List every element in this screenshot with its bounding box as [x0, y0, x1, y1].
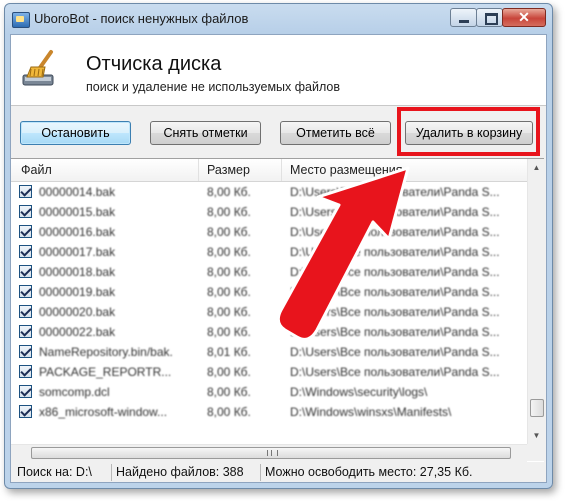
- toolbar: Остановить Снять отметки Отметить всё Уд…: [11, 106, 546, 158]
- scroll-corner: [527, 444, 544, 461]
- scroll-up-icon[interactable]: ▲: [528, 159, 544, 176]
- file-location: D:\Users\Все пользователи\Panda S...: [290, 285, 500, 299]
- status-search-location: Поиск на: D:\: [13, 464, 112, 481]
- file-name: x86_microsoft-window...: [39, 405, 168, 419]
- file-name: somcomp.dcl: [39, 385, 110, 399]
- file-size: 8,00 Кб.: [207, 325, 251, 339]
- row-checkbox[interactable]: [19, 325, 32, 338]
- scroll-down-icon[interactable]: ▼: [528, 427, 544, 444]
- stop-button[interactable]: Остановить: [20, 121, 131, 145]
- file-size: 8,00 Кб.: [207, 385, 251, 399]
- column-header-row: Файл Размер Место размещения: [11, 159, 527, 182]
- table-row[interactable]: 00000019.bak 8,00 Кб. D:\Users\Все пользов…: [11, 282, 527, 302]
- row-checkbox[interactable]: [19, 365, 32, 378]
- broom-icon: [22, 50, 54, 86]
- file-name: 00000022.bak: [39, 325, 116, 339]
- file-location: D:\Users\Все пользователи\Panda S...: [290, 345, 500, 359]
- table-row[interactable]: 00000016.bak 8,00 Кб. D:\Users\Все пользов…: [11, 222, 527, 242]
- check-all-button[interactable]: Отметить всё: [280, 121, 391, 145]
- app-window: UboroBot - поиск ненужных файлов ✕ Отчис…: [4, 3, 553, 489]
- file-name: 00000020.bak: [39, 305, 116, 319]
- maximize-icon: [485, 13, 498, 25]
- table-row[interactable]: NameRepository.bin/bak. 8,01 Кб. D:\Users\…: [11, 342, 527, 362]
- file-size: 8,01 Кб.: [207, 345, 251, 359]
- file-size: 8,00 Кб.: [207, 245, 251, 259]
- file-name: 00000015.bak: [39, 205, 116, 219]
- row-checkbox[interactable]: [19, 265, 32, 278]
- file-size: 8,00 Кб.: [207, 205, 251, 219]
- file-list[interactable]: Файл Размер Место размещения 00000014.ba…: [11, 158, 544, 463]
- file-location: D:\Users\Все пользователи\Panda S...: [290, 225, 500, 239]
- header-panel: Отчиска диска поиск и удаление не исполь…: [11, 35, 546, 106]
- file-size: 8,00 Кб.: [207, 285, 251, 299]
- column-header-file[interactable]: Файл: [11, 159, 199, 181]
- row-checkbox[interactable]: [19, 225, 32, 238]
- file-rows: 00000014.bak 8,00 Кб. D:\Users\Все пользов…: [11, 182, 527, 422]
- title-bar[interactable]: UboroBot - поиск ненужных файлов ✕: [5, 4, 552, 34]
- file-name: 00000019.bak: [39, 285, 116, 299]
- table-row[interactable]: 00000022.bak 8,00 Кб. D:\Users\Все пользов…: [11, 322, 527, 342]
- file-name: 00000014.bak: [39, 185, 116, 199]
- vertical-scrollbar[interactable]: ▲ ▼: [527, 159, 544, 444]
- file-size: 8,00 Кб.: [207, 225, 251, 239]
- table-row[interactable]: PACKAGE_REPORTR... 8,00 Кб. D:\Users\Все п…: [11, 362, 527, 382]
- table-row[interactable]: 00000015.bak 8,00 Кб. D:\Users\Все пользов…: [11, 202, 527, 222]
- file-size: 8,00 Кб.: [207, 265, 251, 279]
- file-name: 00000016.bak: [39, 225, 116, 239]
- file-location: D:\Users\Все пользователи\Panda S...: [290, 265, 500, 279]
- file-location: D:\Windows\winsxs\Manifests\: [290, 405, 452, 419]
- file-location: D:\Users\Все пользователи\Panda S...: [290, 245, 500, 259]
- file-name: 00000018.bak: [39, 265, 116, 279]
- row-checkbox[interactable]: [19, 405, 32, 418]
- status-bar: Поиск на: D:\ Найдено файлов: 388 Можно …: [11, 462, 546, 482]
- page-title: Отчиска диска: [86, 53, 222, 75]
- table-row[interactable]: x86_microsoft-window... 8,00 Кб. D:\Window…: [11, 402, 527, 422]
- table-row[interactable]: 00000017.bak 8,00 Кб. D:\Users\Все пользов…: [11, 242, 527, 262]
- file-location: D:\Windows\security\logs\: [290, 385, 428, 399]
- table-row[interactable]: somcomp.dcl 8,00 Кб. D:\Windows\security\l…: [11, 382, 527, 402]
- file-name: 00000017.bak: [39, 245, 116, 259]
- table-row[interactable]: 00000018.bak 8,00 Кб. D:\Users\Все пользов…: [11, 262, 527, 282]
- row-checkbox[interactable]: [19, 385, 32, 398]
- file-size: 8,00 Кб.: [207, 305, 251, 319]
- file-size: 8,00 Кб.: [207, 365, 251, 379]
- uncheck-all-button[interactable]: Снять отметки: [150, 121, 261, 145]
- horizontal-scrollbar[interactable]: [11, 444, 527, 462]
- table-row[interactable]: 00000020.bak 8,00 Кб. D:\Users\Все пользов…: [11, 302, 527, 322]
- grip-icon: [267, 450, 278, 456]
- close-button[interactable]: ✕: [502, 8, 546, 27]
- horizontal-scroll-thumb[interactable]: [31, 447, 511, 459]
- page-subtitle: поиск и удаление не используемых файлов: [86, 80, 340, 94]
- file-size: 8,00 Кб.: [207, 185, 251, 199]
- maximize-button[interactable]: [476, 8, 503, 27]
- minimize-button[interactable]: [450, 8, 477, 27]
- row-checkbox[interactable]: [19, 285, 32, 298]
- row-checkbox[interactable]: [19, 245, 32, 258]
- client-area: Отчиска диска поиск и удаление не исполь…: [10, 34, 547, 483]
- column-header-location[interactable]: Место размещения: [282, 159, 527, 181]
- file-location: D:\Users\Все пользователи\Panda S...: [290, 205, 500, 219]
- file-name: NameRepository.bin/bak.: [39, 345, 173, 359]
- status-files-found: Найдено файлов: 388: [112, 464, 261, 481]
- row-checkbox[interactable]: [19, 185, 32, 198]
- window-title: UboroBot - поиск ненужных файлов: [34, 11, 249, 26]
- minimize-icon: [459, 20, 469, 23]
- file-location: D:\Users\Все пользователи\Panda S...: [290, 365, 500, 379]
- vertical-scroll-thumb[interactable]: [530, 399, 544, 417]
- row-checkbox[interactable]: [19, 345, 32, 358]
- highlight-frame: [397, 107, 540, 156]
- file-size: 8,00 Кб.: [207, 405, 251, 419]
- file-location: D:\Users\Все пользователи\Panda S...: [290, 185, 500, 199]
- window-controls: ✕: [450, 8, 546, 27]
- file-name: PACKAGE_REPORTR...: [39, 365, 172, 379]
- file-location: D:\Users\Все пользователи\Panda S...: [290, 325, 500, 339]
- status-free-space: Можно освободить место: 27,35 Кб.: [265, 465, 473, 479]
- row-checkbox[interactable]: [19, 305, 32, 318]
- column-header-size[interactable]: Размер: [199, 159, 282, 181]
- app-icon: [12, 12, 30, 28]
- close-icon: ✕: [518, 9, 530, 25]
- row-checkbox[interactable]: [19, 205, 32, 218]
- table-row[interactable]: 00000014.bak 8,00 Кб. D:\Users\Все пользов…: [11, 182, 527, 202]
- file-location: D:\Users\Все пользователи\Panda S...: [290, 305, 500, 319]
